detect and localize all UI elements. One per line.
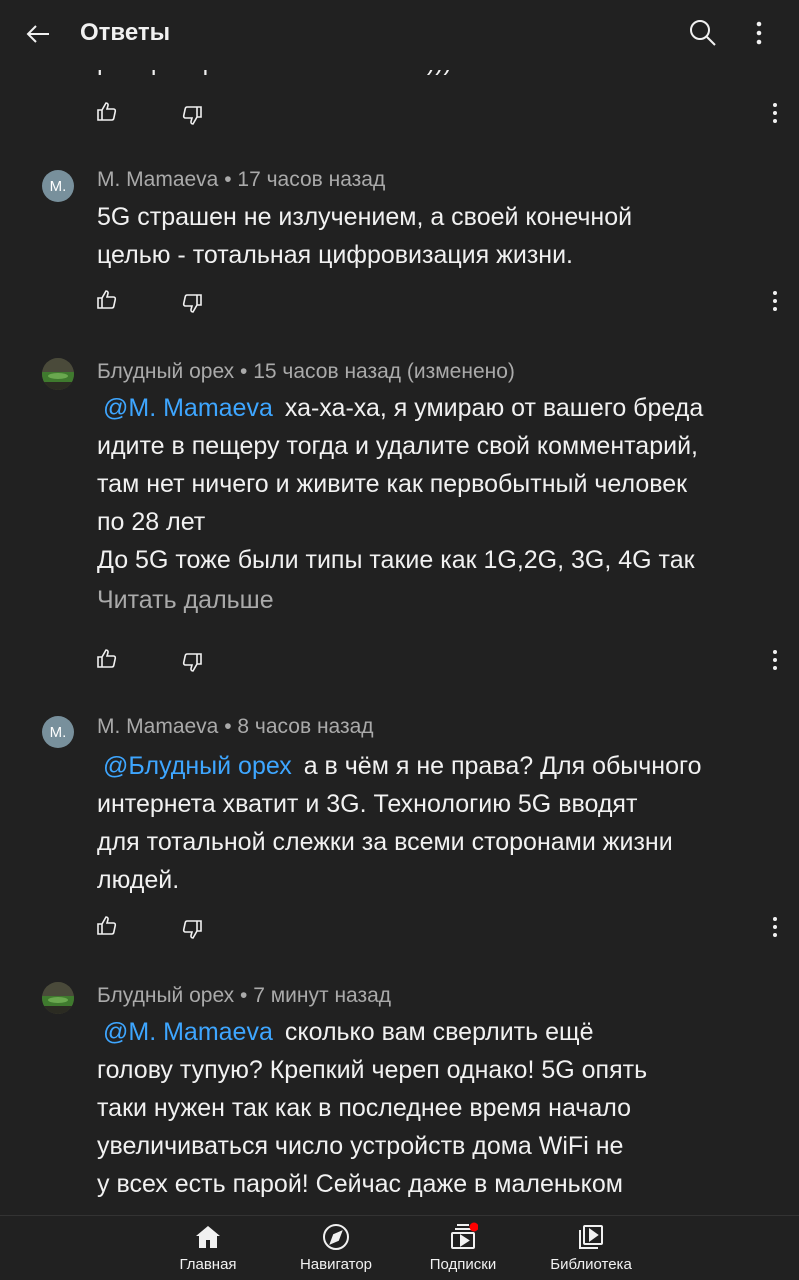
comment-line: идите в пещеру тогда и удалите свой комм…: [97, 432, 698, 460]
thumb-down-icon[interactable]: [180, 103, 204, 127]
comment-meta: Блудный орех • 15 часов назад (изменено): [97, 360, 515, 384]
author-name[interactable]: M. Mamaeva: [97, 168, 218, 191]
avatar-initials: M.: [49, 723, 67, 741]
nav-label: Подписки: [429, 1256, 497, 1273]
comment-line: интернета хватит и 3G. Технологию 5G вво…: [97, 790, 638, 818]
more-vertical-icon[interactable]: [745, 18, 773, 48]
avatar[interactable]: [42, 358, 74, 390]
avatar[interactable]: [42, 982, 74, 1014]
nav-label: Главная: [179, 1256, 237, 1273]
comment-text: @Блудный орех а в чём я не права? Для обы…: [97, 747, 787, 899]
comment-line: а в чём я не права? Для обычного: [303, 752, 702, 780]
library-icon: [579, 1225, 603, 1249]
thumb-up-icon[interactable]: [95, 100, 119, 124]
comment-line: людей.: [97, 866, 180, 894]
meta-separator: •: [218, 715, 238, 738]
comment-text: 5G страшен не излучением, а своей конечн…: [97, 198, 787, 274]
arrow-left-icon[interactable]: [22, 18, 54, 50]
more-vertical-icon[interactable]: [764, 288, 786, 314]
thumb-up-icon[interactable]: [95, 647, 119, 671]
comment-line: по 28 лет: [97, 508, 206, 536]
nav-label: Навигатор: [299, 1256, 373, 1273]
comment-line: сколько вам сверлить ещё: [284, 1018, 594, 1046]
author-name[interactable]: M. Mamaeva: [97, 715, 218, 738]
comment-time: 8 часов назад: [237, 715, 374, 738]
comment-time: 17 часов назад: [237, 168, 386, 191]
more-vertical-icon[interactable]: [764, 647, 786, 673]
nav-label: Библиотека: [550, 1256, 632, 1273]
avatar[interactable]: M.: [42, 716, 74, 748]
comment-line: ха-ха-ха, я умираю от вашего бреда: [284, 394, 704, 422]
meta-separator: •: [218, 168, 238, 191]
replies-list[interactable]: распространяют в основном))) M. M. Mamae…: [0, 0, 799, 1215]
meta-separator: •: [234, 984, 254, 1007]
comment-line: увеличиваться число устройств дома WiFi …: [97, 1132, 624, 1160]
nav-subscriptions[interactable]: Подписки: [398, 1222, 528, 1280]
more-vertical-icon[interactable]: [764, 914, 786, 940]
subscriptions-icon: [451, 1222, 478, 1249]
thumb-down-icon[interactable]: [180, 291, 204, 315]
avatar-initials: M.: [49, 177, 67, 195]
mention-link[interactable]: @Блудный орех: [103, 752, 292, 780]
comment-meta: M. Mamaeva • 17 часов назад: [97, 168, 385, 192]
comment-line: у всех есть парой! Сейчас даже в маленьк…: [97, 1170, 623, 1198]
comment-actions: [0, 100, 799, 130]
comment-time: 7 минут назад: [253, 984, 392, 1007]
home-icon: [196, 1226, 220, 1248]
comment-time: 15 часов назад (изменено): [253, 360, 515, 383]
comment-actions: [0, 647, 799, 677]
comment-line: целью - тотальная цифровизация жизни.: [97, 241, 574, 269]
bottom-navigation: Главная Навигатор Подписки Библиотека: [0, 1215, 799, 1280]
comment-line: там нет ничего и живите как первобытный …: [97, 470, 688, 498]
thumb-up-icon[interactable]: [95, 288, 119, 312]
nav-library[interactable]: Библиотека: [526, 1222, 656, 1280]
search-icon[interactable]: [688, 18, 718, 48]
comment-actions: [0, 914, 799, 944]
thumb-up-icon[interactable]: [95, 914, 119, 938]
avatar-image: [42, 358, 74, 390]
comment-meta: M. Mamaeva • 8 часов назад: [97, 715, 374, 739]
nav-home[interactable]: Главная: [143, 1222, 273, 1280]
mention-link[interactable]: @M. Mamaeva: [103, 394, 273, 422]
comment-text: @M. Mamaeva сколько вам сверлить ещё голо…: [97, 1013, 787, 1203]
avatar-image: [42, 982, 74, 1014]
comment-line: таки нужен так как в последнее время нач…: [97, 1094, 631, 1122]
compass-icon: [323, 1224, 349, 1250]
comment-line: 5G страшен не излучением, а своей конечн…: [97, 203, 633, 231]
read-more-link[interactable]: Читать дальше: [97, 586, 274, 615]
author-name[interactable]: Блудный орех: [97, 360, 234, 383]
comment-line: голову тупую? Крепкий череп однако! 5G о…: [97, 1056, 648, 1084]
thumb-down-icon[interactable]: [180, 917, 204, 941]
comment-actions: [0, 288, 799, 318]
comment-text: @M. Mamaeva ха-ха-ха, я умираю от вашего …: [97, 389, 787, 579]
comment-line: для тотальной слежки за всеми сторонами …: [97, 828, 673, 856]
comment-line: До 5G тоже были типы такие как 1G,2G, 3G…: [97, 546, 695, 574]
thumb-down-icon[interactable]: [180, 650, 204, 674]
avatar[interactable]: M.: [42, 170, 74, 202]
page-title: Ответы: [80, 19, 171, 46]
more-vertical-icon[interactable]: [764, 100, 786, 126]
top-app-bar: Ответы: [0, 0, 799, 70]
author-name[interactable]: Блудный орех: [97, 984, 234, 1007]
mention-link[interactable]: @M. Mamaeva: [103, 1018, 273, 1046]
nav-explore[interactable]: Навигатор: [271, 1222, 401, 1280]
meta-separator: •: [234, 360, 254, 383]
comment-meta: Блудный орех • 7 минут назад: [97, 984, 391, 1008]
